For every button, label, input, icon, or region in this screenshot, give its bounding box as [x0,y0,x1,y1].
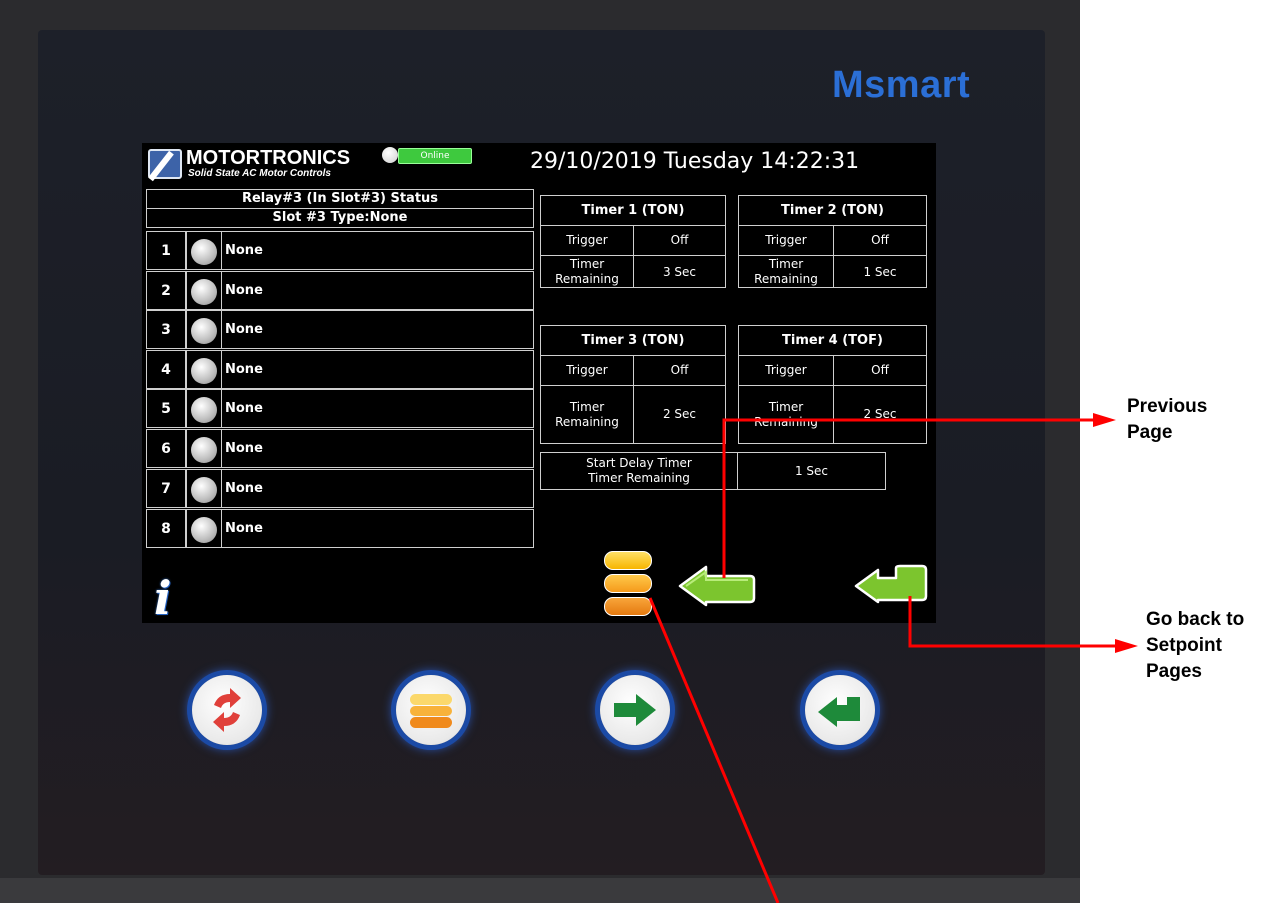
annotation-arrows [648,413,1138,903]
annotation-line: Pages [1146,661,1202,682]
annotation-line: Page [1127,422,1173,443]
previous-page-annotation: Previous Page [1127,394,1207,446]
annotation-line: Previous [1127,396,1208,417]
annotation-line: Go back to [1146,609,1245,630]
go-back-annotation: Go back to Setpoint Pages [1146,607,1244,685]
annotation-line: Setpoint [1146,635,1222,656]
